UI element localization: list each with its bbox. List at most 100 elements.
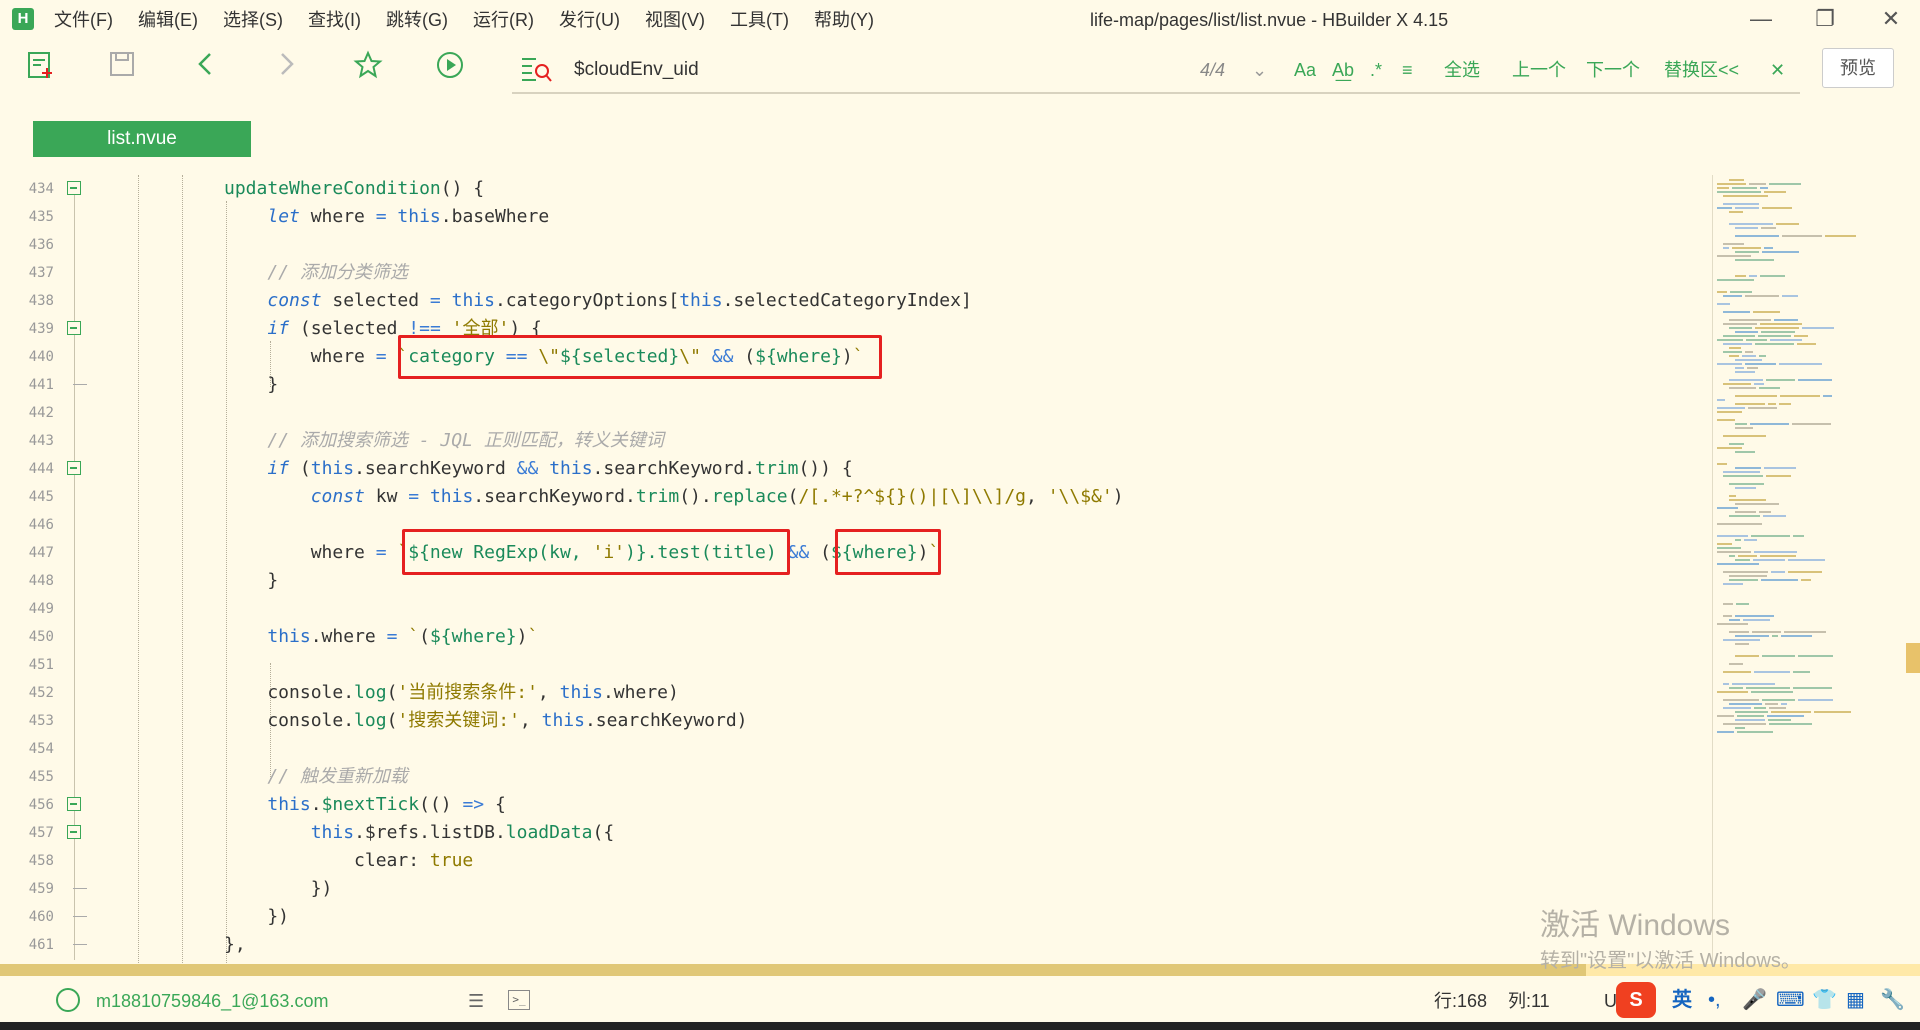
minimap-line bbox=[1723, 571, 1768, 573]
scroll-position-marker[interactable] bbox=[1906, 643, 1920, 673]
minimap-line bbox=[1717, 279, 1754, 281]
fold-icon[interactable] bbox=[67, 321, 81, 335]
minimap-line bbox=[1717, 547, 1741, 549]
minimap-line bbox=[1723, 435, 1766, 437]
close-button[interactable]: ✕ bbox=[1862, 0, 1920, 40]
save-icon[interactable] bbox=[104, 50, 140, 86]
fold-icon[interactable] bbox=[67, 461, 81, 475]
ime-logo-icon[interactable]: S bbox=[1616, 982, 1656, 1018]
menu-view[interactable]: 视图(V) bbox=[645, 0, 705, 40]
line-number: 452 bbox=[28, 685, 54, 701]
ime-keyboard-icon[interactable]: ⌨ bbox=[1776, 982, 1805, 1018]
minimap-line bbox=[1723, 311, 1750, 313]
line-number: 454 bbox=[28, 741, 54, 757]
line-number: 444 bbox=[28, 461, 54, 477]
line-number: 453 bbox=[28, 713, 54, 729]
find-options-icon[interactable]: ≡ bbox=[1402, 48, 1413, 92]
fold-icon[interactable] bbox=[67, 797, 81, 811]
minimap-line bbox=[1735, 451, 1755, 453]
menu-goto[interactable]: 跳转(G) bbox=[386, 0, 448, 40]
regex-icon[interactable]: .* bbox=[1370, 48, 1382, 92]
user-avatar-icon[interactable] bbox=[56, 988, 80, 1012]
code-line: const selected = this.categoryOptions[th… bbox=[267, 290, 972, 311]
ime-grid-icon[interactable]: ▦ bbox=[1846, 982, 1865, 1018]
minimap-line bbox=[1723, 343, 1752, 345]
menu-find[interactable]: 查找(I) bbox=[308, 0, 361, 40]
find-next-button[interactable]: 下一个 bbox=[1586, 48, 1640, 92]
minimap-line bbox=[1737, 731, 1773, 733]
minimap-line bbox=[1768, 719, 1791, 721]
ime-lang-toggle[interactable]: 英 bbox=[1672, 982, 1692, 1018]
code-editor[interactable]: 434 updateWhereCondition() { 435 let whe… bbox=[0, 175, 1710, 965]
code-line: console.log('当前搜索条件:', this.where) bbox=[224, 682, 679, 703]
minimap-line bbox=[1774, 319, 1798, 321]
menu-publish[interactable]: 发行(U) bbox=[559, 0, 620, 40]
list-icon[interactable]: ☰ bbox=[468, 980, 484, 1022]
find-input[interactable]: $cloudEnv_uid bbox=[574, 48, 699, 92]
minimap-line bbox=[1735, 467, 1761, 469]
minimap-line bbox=[1717, 183, 1746, 185]
forward-icon[interactable] bbox=[268, 50, 304, 86]
horizontal-scrollbar-thumb[interactable] bbox=[0, 964, 1586, 976]
fold-icon[interactable] bbox=[67, 825, 81, 839]
code-line: clear: true bbox=[224, 850, 474, 871]
minimap-line bbox=[1723, 195, 1768, 197]
preview-button[interactable]: 预览 bbox=[1822, 48, 1894, 88]
whole-word-icon[interactable]: A͟b bbox=[1332, 48, 1354, 92]
new-file-icon[interactable] bbox=[22, 50, 58, 86]
minimap-line bbox=[1770, 339, 1802, 341]
code-line: const kw = this.searchKeyword.trim().rep… bbox=[310, 486, 1124, 507]
line-number: 440 bbox=[28, 349, 54, 365]
replace-toggle-button[interactable]: 替换区<< bbox=[1664, 48, 1739, 92]
minimap-line bbox=[1762, 207, 1792, 209]
terminal-icon[interactable]: >_ bbox=[508, 990, 530, 1010]
menu-file[interactable]: 文件(F) bbox=[54, 0, 113, 40]
minimap-line bbox=[1717, 623, 1748, 625]
find-count: 4/4 bbox=[1200, 60, 1226, 80]
menu-tools[interactable]: 工具(T) bbox=[730, 0, 789, 40]
minimap-line bbox=[1781, 635, 1812, 637]
restore-button[interactable]: ❐ bbox=[1796, 0, 1854, 40]
back-icon[interactable] bbox=[188, 50, 224, 86]
minimap-line bbox=[1784, 631, 1826, 633]
user-account[interactable]: m18810759846_1@163.com bbox=[96, 980, 328, 1022]
find-list-icon[interactable] bbox=[520, 54, 554, 91]
menu-run[interactable]: 运行(R) bbox=[473, 0, 534, 40]
select-all-button[interactable]: 全选 bbox=[1444, 48, 1480, 92]
find-bar: $cloudEnv_uid 4/4 ⌄ Aa A͟b .* ≡ 全选 上一个 下… bbox=[512, 48, 1800, 94]
code-line: console.log('搜索关键词:', this.searchKeyword… bbox=[224, 710, 748, 731]
minimap-line bbox=[1793, 671, 1810, 673]
minimap[interactable] bbox=[1712, 175, 1909, 965]
fold-icon[interactable] bbox=[67, 181, 81, 195]
find-prev-button[interactable]: 上一个 bbox=[1512, 48, 1566, 92]
ime-tools-icon[interactable]: 🔧 bbox=[1880, 982, 1905, 1018]
minimap-line bbox=[1769, 723, 1812, 725]
minimap-line bbox=[1802, 327, 1834, 329]
hbuilder-logo: H bbox=[12, 8, 34, 30]
minimap-line bbox=[1717, 463, 1727, 465]
ime-mic-icon[interactable]: 🎤 bbox=[1742, 982, 1767, 1018]
line-number: 448 bbox=[28, 573, 54, 589]
minimize-button[interactable]: — bbox=[1732, 0, 1790, 40]
find-close-icon[interactable]: ✕ bbox=[1770, 48, 1785, 92]
line-number: 445 bbox=[28, 489, 54, 505]
minimap-line bbox=[1729, 663, 1743, 665]
match-case-icon[interactable]: Aa bbox=[1294, 48, 1316, 92]
minimap-line bbox=[1754, 383, 1764, 385]
minimap-line bbox=[1788, 559, 1825, 561]
line-number: 451 bbox=[28, 657, 54, 673]
minimap-line bbox=[1755, 327, 1799, 329]
minimap-line bbox=[1735, 511, 1756, 513]
find-history-chevron-icon[interactable]: ⌄ bbox=[1252, 48, 1267, 92]
minimap-line bbox=[1762, 699, 1795, 701]
tab-list-nvue[interactable]: list.nvue bbox=[33, 121, 251, 157]
minimap-line bbox=[1735, 559, 1750, 561]
menu-help[interactable]: 帮助(Y) bbox=[814, 0, 874, 40]
menu-edit[interactable]: 编辑(E) bbox=[138, 0, 198, 40]
ime-skin-icon[interactable]: 👕 bbox=[1812, 982, 1837, 1018]
star-icon[interactable] bbox=[350, 50, 386, 86]
minimap-line bbox=[1751, 535, 1790, 537]
run-icon[interactable] bbox=[432, 50, 468, 86]
menu-select[interactable]: 选择(S) bbox=[223, 0, 283, 40]
ime-punct-icon[interactable]: •, bbox=[1708, 982, 1721, 1018]
